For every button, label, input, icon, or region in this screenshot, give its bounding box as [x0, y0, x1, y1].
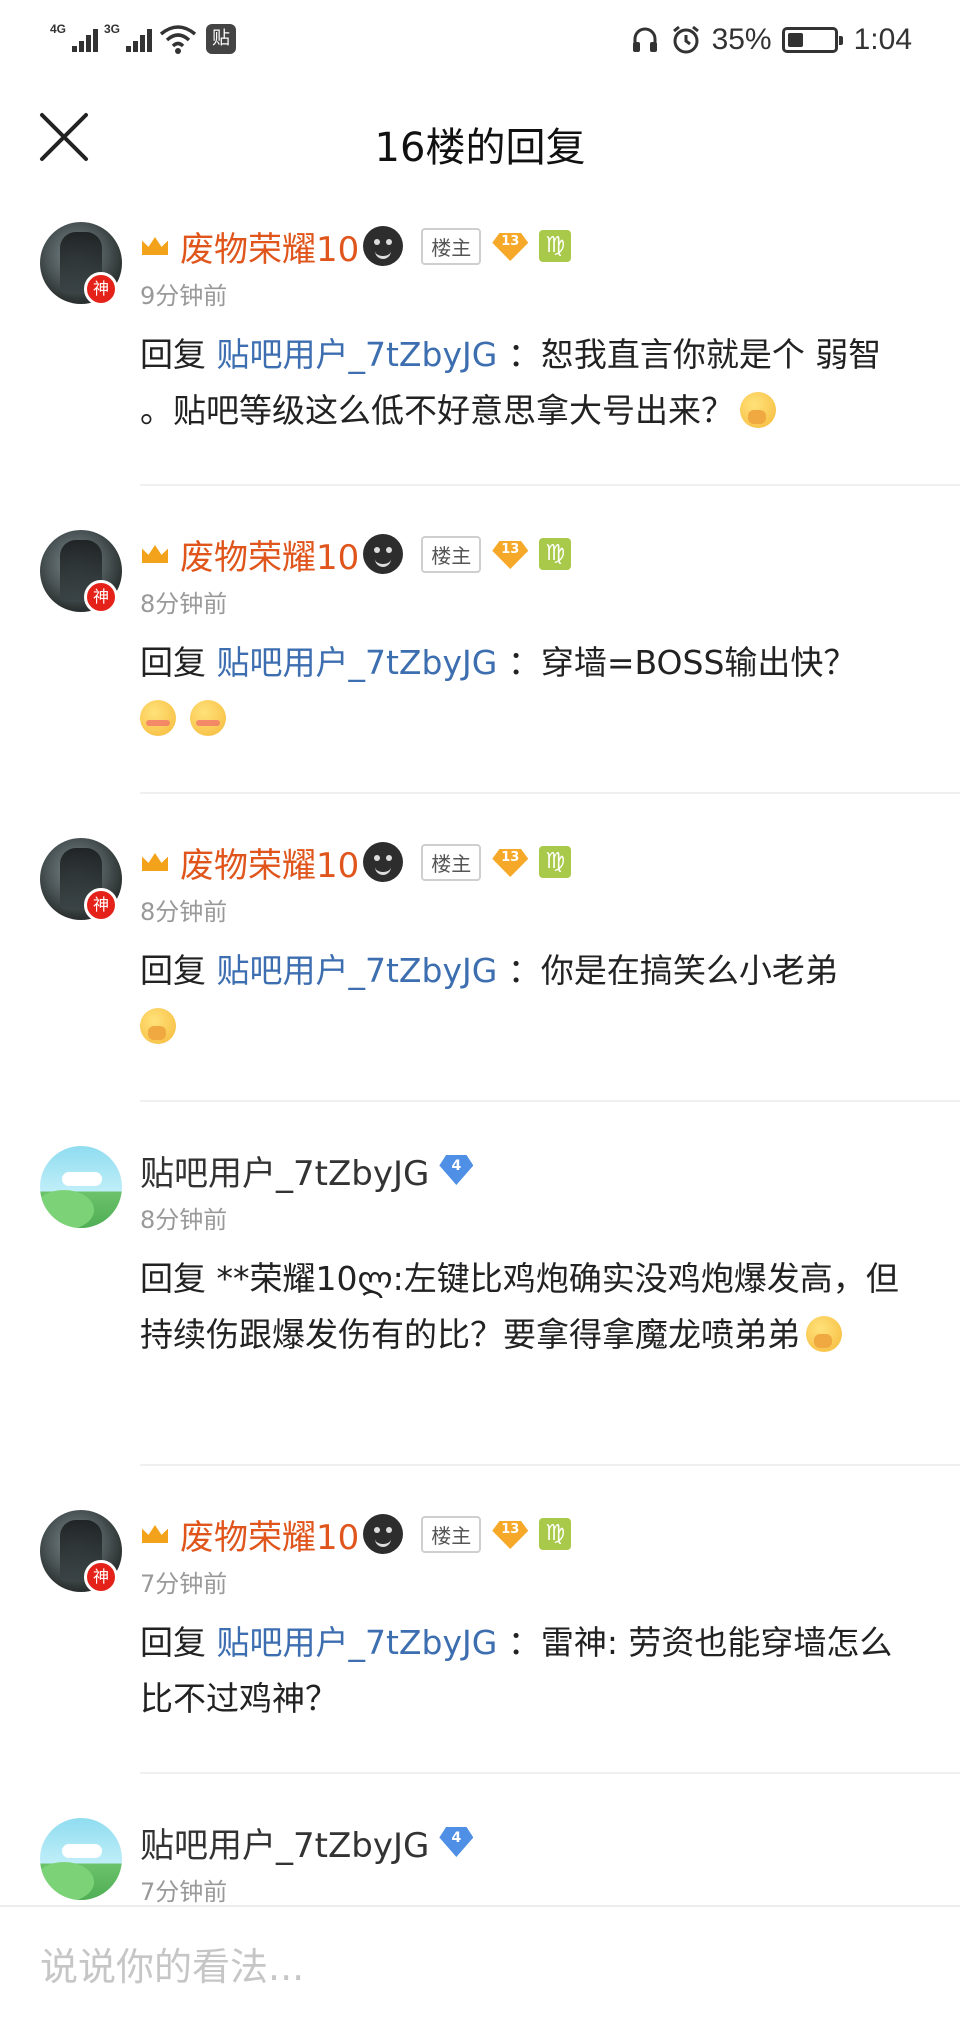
author-name[interactable]: 废物荣耀10 — [180, 222, 359, 271]
smiley-icon — [363, 842, 404, 882]
mention-link[interactable]: 贴吧用户_7tZbyJG — [217, 335, 498, 374]
author-name[interactable]: 贴吧用户_7tZbyJG — [140, 1146, 429, 1195]
divider — [140, 1464, 960, 1466]
crown-icon — [140, 543, 170, 565]
level-badge: 13 — [491, 847, 529, 877]
hand-over-mouth-emoji-icon — [806, 1316, 842, 1352]
grinning-emoji-icon — [140, 700, 176, 736]
reply-content: 回复 **荣耀10ლ:左键比鸡炮确实没鸡炮爆发高，但持续伤跟爆发伤有的比？要拿得… — [140, 1251, 900, 1363]
reply-bar — [0, 1905, 960, 2027]
level-number: 4 — [451, 1158, 462, 1174]
headphones-icon — [632, 27, 657, 52]
god-badge: 神 — [84, 888, 118, 922]
reply-text: ：你是在搞笑么小老弟 — [497, 951, 838, 990]
level-badge: 4 — [439, 1155, 473, 1185]
reply-content: 回复 贴吧用户_7tZbyJG ：恕我直言你就是个 弱智 。贴吧等级这么低不好意… — [140, 327, 920, 439]
mention-link[interactable]: 贴吧用户_7tZbyJG — [217, 643, 498, 682]
author-name[interactable]: 废物荣耀10 — [180, 1510, 359, 1559]
reply-text: 回复 **荣耀10ლ:左键比鸡炮确实没鸡炮爆发高，但持续伤跟爆发伤有的比？要拿得… — [140, 1259, 899, 1354]
smiley-icon — [363, 1514, 404, 1554]
crown-icon — [140, 235, 170, 257]
reply-input[interactable] — [40, 1937, 920, 1997]
author-name[interactable]: 贴吧用户_7tZbyJG — [140, 1818, 429, 1867]
post-time: 9分钟前 — [140, 282, 228, 310]
status-bar: 4G 3G 贴 35% 1:04 — [0, 0, 960, 80]
level-badge: 13 — [491, 1519, 529, 1549]
reply-prefix: 回复 — [140, 643, 217, 682]
avatar[interactable] — [40, 1146, 122, 1228]
reply-text: ：穿墙=BOSS输出快？ — [497, 643, 857, 682]
level-badge: 4 — [439, 1827, 473, 1857]
signal-3g-label: 3G — [104, 22, 121, 36]
post-time: 7分钟前 — [140, 1878, 228, 1906]
alarm-icon — [672, 25, 699, 54]
mention-link[interactable]: 贴吧用户_7tZbyJG — [217, 951, 498, 990]
zodiac-virgo-icon: ♍ — [539, 846, 572, 878]
signal-4g-icon: 4G — [50, 22, 98, 56]
hand-over-mouth-emoji-icon — [140, 1008, 176, 1044]
divider — [140, 792, 960, 794]
zodiac-virgo-icon: ♍ — [539, 230, 572, 262]
reply-prefix: 回复 — [140, 951, 217, 990]
god-badge: 神 — [84, 1560, 118, 1594]
smiley-icon — [363, 534, 404, 574]
hand-over-mouth-emoji-icon — [740, 392, 776, 428]
post-time: 8分钟前 — [140, 898, 228, 926]
battery-percent: 35% — [711, 23, 772, 56]
reply-content: 回复 贴吧用户_7tZbyJG ：穿墙=BOSS输出快？ — [140, 635, 920, 747]
reply-prefix: 回复 — [140, 1623, 217, 1662]
post-time: 8分钟前 — [140, 1206, 228, 1234]
grinning-emoji-icon — [190, 700, 226, 736]
tieba-notification-icon: 贴 — [206, 24, 236, 54]
wifi-icon — [159, 25, 197, 54]
author-name[interactable]: 废物荣耀10 — [180, 530, 359, 579]
owner-tag: 楼主 — [421, 535, 482, 573]
reply-prefix: 回复 — [140, 335, 217, 374]
owner-tag: 楼主 — [421, 227, 482, 265]
level-number: 13 — [501, 850, 520, 865]
mention-link[interactable]: 贴吧用户_7tZbyJG — [217, 1623, 498, 1662]
god-badge: 神 — [84, 272, 118, 306]
signal-4g-label: 4G — [50, 22, 67, 36]
god-badge: 神 — [84, 580, 118, 614]
avatar[interactable] — [40, 1818, 122, 1900]
reply-content: 回复 贴吧用户_7tZbyJG ：你是在搞笑么小老弟 — [140, 943, 920, 1055]
divider — [140, 1100, 960, 1102]
page-title: 16楼的回复 — [374, 125, 586, 171]
reply-content: 回复 贴吧用户_7tZbyJG ：雷神: 劳资也能穿墙怎么比不过鸡神？ — [140, 1615, 900, 1727]
level-number: 13 — [501, 542, 520, 557]
level-badge: 13 — [491, 539, 529, 569]
owner-tag: 楼主 — [421, 1515, 482, 1553]
clock: 1:04 — [853, 23, 912, 56]
author-name[interactable]: 废物荣耀10 — [180, 838, 359, 887]
level-number: 13 — [501, 1522, 520, 1537]
level-number: 4 — [451, 1830, 462, 1846]
divider — [140, 1772, 960, 1774]
nav-bar: 16楼的回复 — [0, 85, 960, 195]
zodiac-virgo-icon: ♍ — [539, 538, 572, 570]
divider — [140, 484, 960, 486]
post-time: 8分钟前 — [140, 590, 228, 618]
post-time: 7分钟前 — [140, 1570, 228, 1598]
signal-3g-icon: 3G — [104, 22, 152, 56]
owner-tag: 楼主 — [421, 843, 482, 881]
battery-icon — [781, 27, 843, 53]
zodiac-virgo-icon: ♍ — [539, 1518, 572, 1550]
crown-icon — [140, 1523, 170, 1545]
level-badge: 13 — [491, 231, 529, 261]
smiley-icon — [363, 226, 404, 266]
crown-icon — [140, 851, 170, 873]
level-number: 13 — [501, 234, 520, 249]
